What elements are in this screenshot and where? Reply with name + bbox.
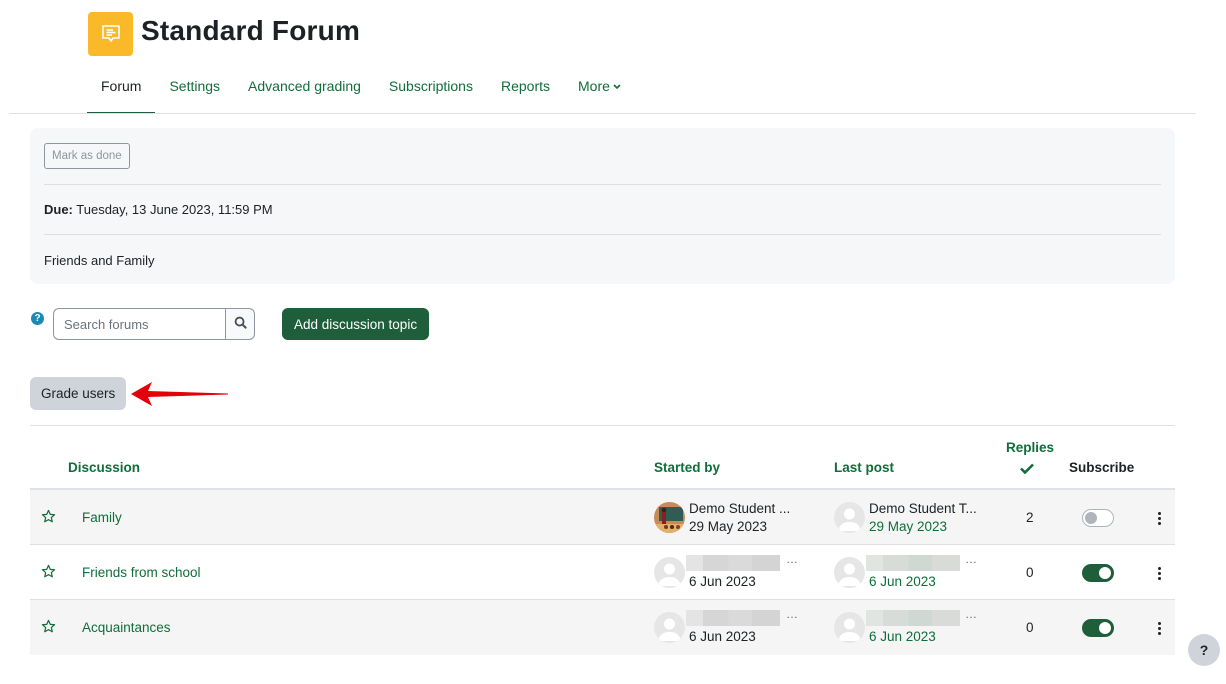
divider xyxy=(44,234,1161,235)
tab-more[interactable]: More xyxy=(564,70,635,114)
started-by-date: 6 Jun 2023 xyxy=(689,574,756,589)
search-button[interactable] xyxy=(225,308,255,340)
column-header-last-post[interactable]: Last post xyxy=(834,460,894,475)
default-user-avatar[interactable] xyxy=(834,502,865,533)
star-icon[interactable] xyxy=(41,509,56,527)
last-post-name: … xyxy=(965,552,977,566)
kebab-menu-icon[interactable] xyxy=(1155,563,1163,583)
mark-as-done-button[interactable]: Mark as done xyxy=(44,143,130,169)
subscribe-toggle[interactable] xyxy=(1082,509,1114,527)
page-title: Standard Forum xyxy=(141,15,361,46)
last-post-date[interactable]: 6 Jun 2023 xyxy=(869,629,936,644)
replies-count[interactable]: 0 xyxy=(1026,620,1034,635)
started-by-name: … xyxy=(786,552,798,566)
column-header-discussion[interactable]: Discussion xyxy=(68,460,140,475)
last-post-date[interactable]: 29 May 2023 xyxy=(869,519,947,534)
discussion-link[interactable]: Family xyxy=(82,510,122,525)
started-by-name-redacted[interactable] xyxy=(686,555,780,571)
started-by-name-redacted[interactable] xyxy=(686,610,780,626)
subscribe-toggle[interactable] xyxy=(1082,564,1114,582)
help-button[interactable]: ? xyxy=(1188,634,1220,666)
table-row: Acquaintances … 6 Jun 2023 … 6 Jun 2023 … xyxy=(30,600,1175,655)
star-icon[interactable] xyxy=(41,564,56,582)
tab-forum[interactable]: Forum xyxy=(87,70,156,114)
divider xyxy=(44,184,1161,185)
page-header: Standard Forum xyxy=(88,12,360,56)
tab-label: Forum xyxy=(101,78,142,94)
due-value: Tuesday, 13 June 2023, 11:59 PM xyxy=(76,202,273,217)
grade-users-button[interactable]: Grade users xyxy=(30,377,127,410)
search-input[interactable] xyxy=(53,308,225,340)
started-by-name[interactable]: Demo Student ... xyxy=(689,501,790,516)
red-arrow-annotation xyxy=(131,382,228,406)
toggle-knob xyxy=(1099,622,1111,634)
toggle-knob xyxy=(1099,567,1111,579)
replies-count[interactable]: 0 xyxy=(1026,565,1034,580)
column-header-replies[interactable]: Replies xyxy=(1006,440,1054,455)
table-divider xyxy=(30,425,1175,426)
kebab-menu-icon[interactable] xyxy=(1155,508,1163,528)
activity-information: Mark as done Due: Tuesday, 13 June 2023,… xyxy=(30,128,1175,284)
started-by-date: 29 May 2023 xyxy=(689,519,768,534)
replies-count[interactable]: 2 xyxy=(1026,510,1034,525)
default-user-avatar[interactable] xyxy=(834,557,865,588)
started-by-name: … xyxy=(786,607,798,621)
due-label: Due: xyxy=(44,202,73,217)
toggle-knob xyxy=(1085,512,1097,524)
tab-label: Reports xyxy=(500,78,550,94)
table-row: Family Demo Student ... 29 May 2023 Demo… xyxy=(30,490,1175,545)
column-header-subscribe: Subscribe xyxy=(1069,460,1135,475)
add-discussion-topic-button[interactable]: Add discussion topic xyxy=(282,308,430,340)
due-date: Due: Tuesday, 13 June 2023, 11:59 PM xyxy=(44,202,273,217)
kebab-menu-icon[interactable] xyxy=(1155,618,1163,638)
discussion-link[interactable]: Friends from school xyxy=(82,565,201,580)
question-circle-icon[interactable]: ? xyxy=(31,312,44,325)
check-icon xyxy=(1020,461,1034,477)
default-user-avatar[interactable] xyxy=(834,612,865,643)
default-user-avatar[interactable] xyxy=(654,557,685,588)
nav-divider xyxy=(9,113,1196,114)
started-by-date: 6 Jun 2023 xyxy=(689,629,756,644)
tab-advanced-grading[interactable]: Advanced grading xyxy=(234,70,375,114)
search-forums xyxy=(53,308,255,340)
tab-label: Subscriptions xyxy=(388,78,473,94)
secondary-nav: Forum Settings Advanced grading Subscrip… xyxy=(87,70,635,114)
last-post-name-redacted[interactable] xyxy=(866,610,960,626)
teacher-classroom-avatar[interactable] xyxy=(654,502,685,533)
table-row: Friends from school … 6 Jun 2023 … 6 Jun… xyxy=(30,545,1175,600)
last-post-name: … xyxy=(965,607,977,621)
column-header-started-by[interactable]: Started by xyxy=(654,460,720,475)
search-icon xyxy=(234,316,247,332)
tab-reports[interactable]: Reports xyxy=(487,70,564,114)
tab-settings[interactable]: Settings xyxy=(155,70,234,114)
last-post-date[interactable]: 6 Jun 2023 xyxy=(869,574,936,589)
default-user-avatar[interactable] xyxy=(654,612,685,643)
last-post-name-redacted[interactable] xyxy=(866,555,960,571)
chevron-down-icon xyxy=(613,71,621,103)
forum-description: Friends and Family xyxy=(44,253,155,268)
tab-label: Advanced grading xyxy=(248,78,361,94)
tab-subscriptions[interactable]: Subscriptions xyxy=(375,70,487,114)
tab-label: More xyxy=(578,78,610,94)
forum-icon xyxy=(88,12,133,56)
star-icon[interactable] xyxy=(41,619,56,637)
last-post-name[interactable]: Demo Student T... xyxy=(869,501,977,516)
subscribe-toggle[interactable] xyxy=(1082,619,1114,637)
tab-label: Settings xyxy=(169,78,221,94)
discussion-link[interactable]: Acquaintances xyxy=(82,620,171,635)
